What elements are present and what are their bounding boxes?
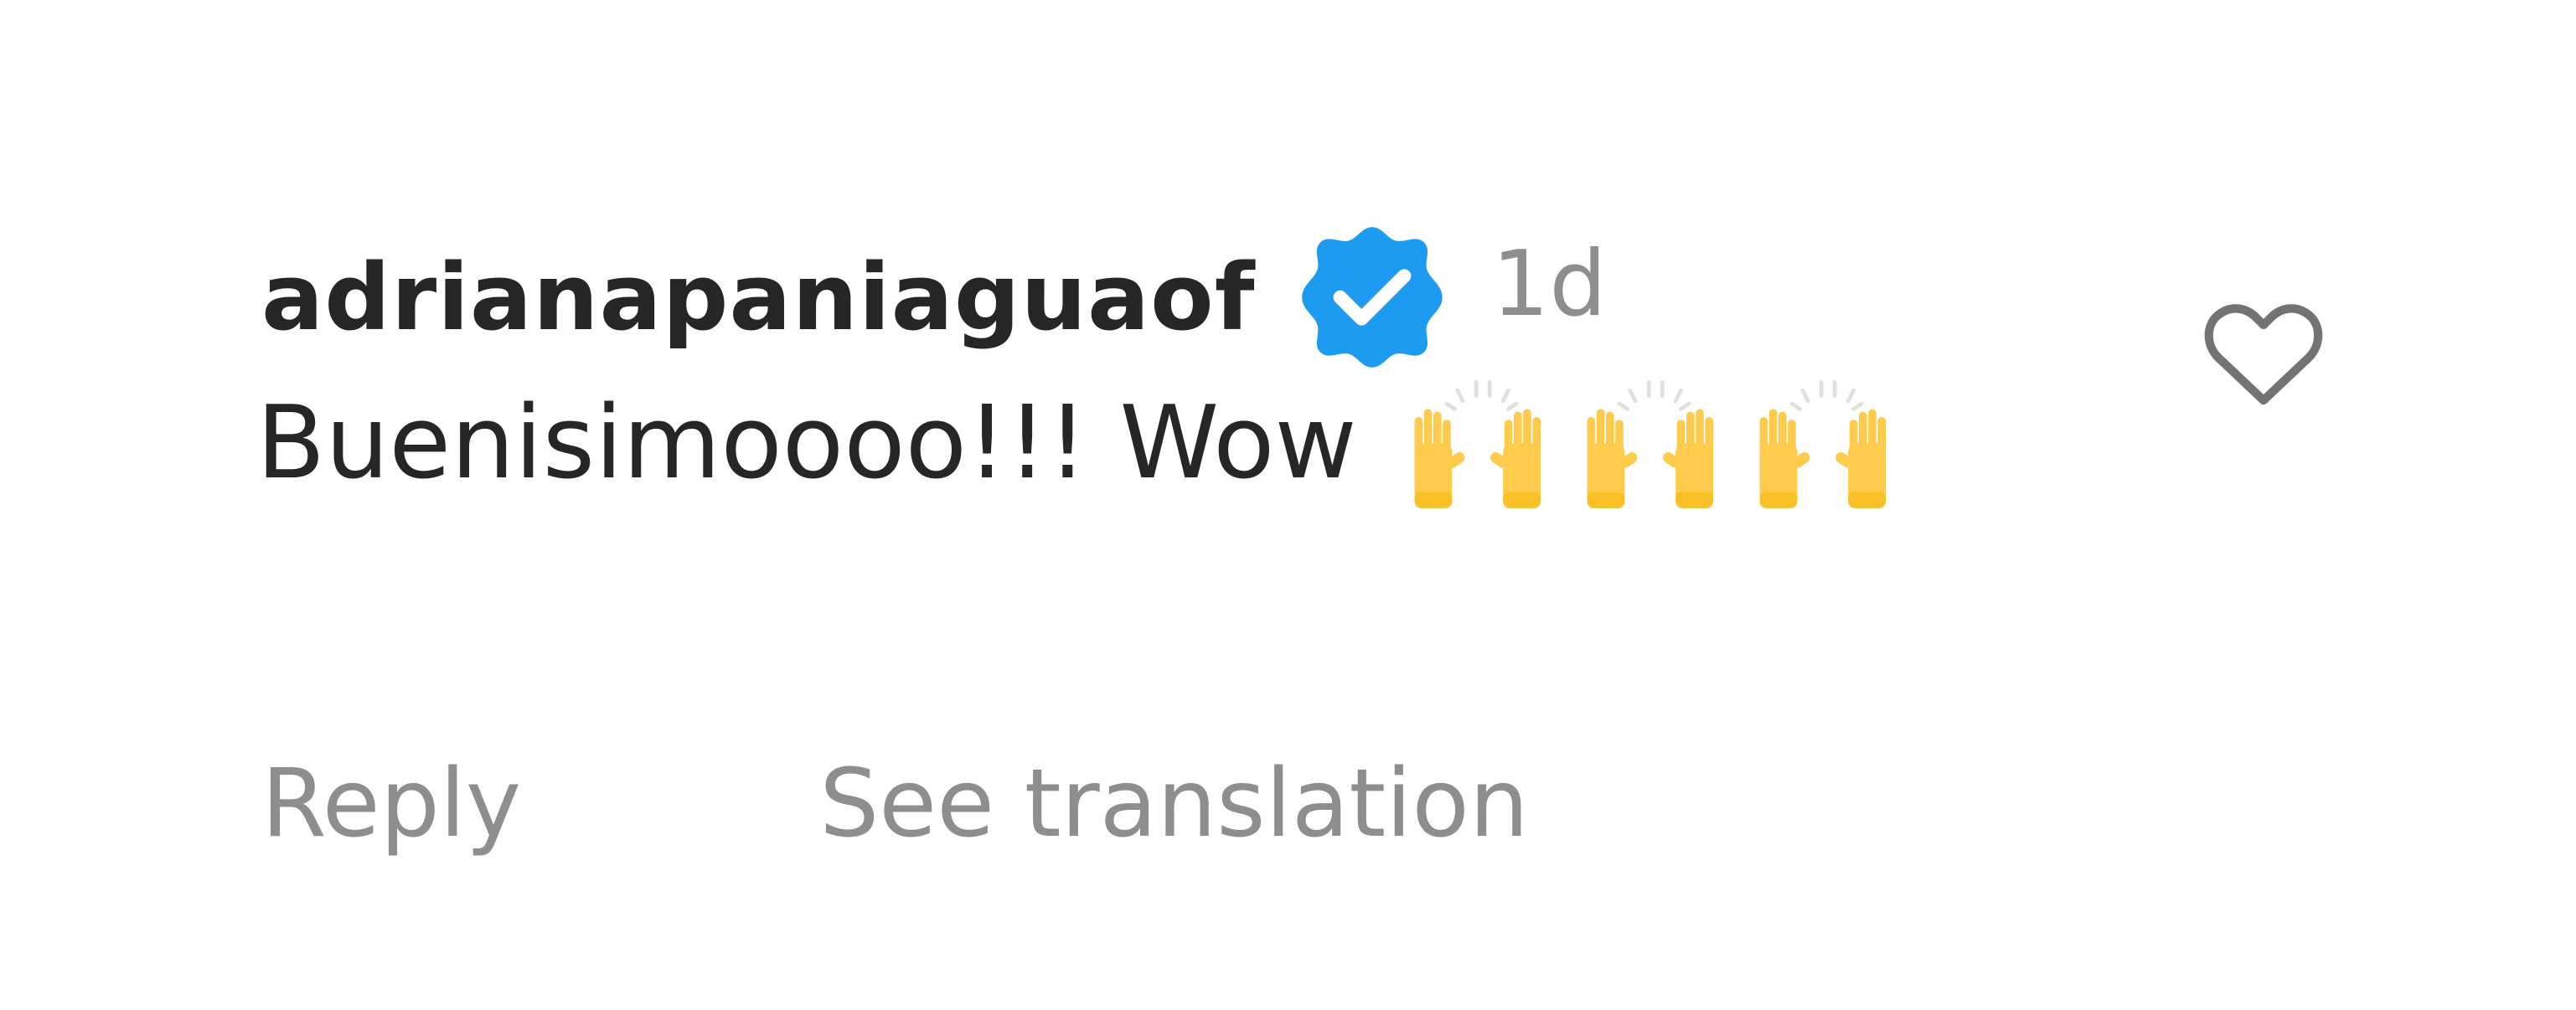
username-link[interactable]: adrianapaniaguaof <box>261 251 1256 343</box>
verified-badge-icon <box>1296 221 1448 374</box>
emoji-group <box>1404 377 1922 511</box>
raising-hands-icon <box>1749 377 1902 511</box>
comment-timestamp: 1d <box>1491 232 1607 337</box>
reply-button[interactable]: Reply <box>261 757 521 851</box>
like-button[interactable] <box>2202 300 2326 410</box>
comment-item: adrianapaniaguaof 1d Buenisimoooo!!! Wow <box>0 0 2576 1010</box>
see-translation-button[interactable]: See translation <box>819 757 1529 851</box>
comment-header: adrianapaniaguaof 1d <box>261 226 1607 368</box>
comment-actions: Reply See translation <box>261 745 1529 863</box>
heart-icon <box>2204 304 2323 405</box>
raising-hands-icon <box>1404 377 1556 511</box>
comment-text: Buenisimoooo!!! Wow <box>256 385 1357 502</box>
comment-body: Buenisimoooo!!! Wow <box>256 377 1922 511</box>
raising-hands-icon <box>1577 377 1729 511</box>
